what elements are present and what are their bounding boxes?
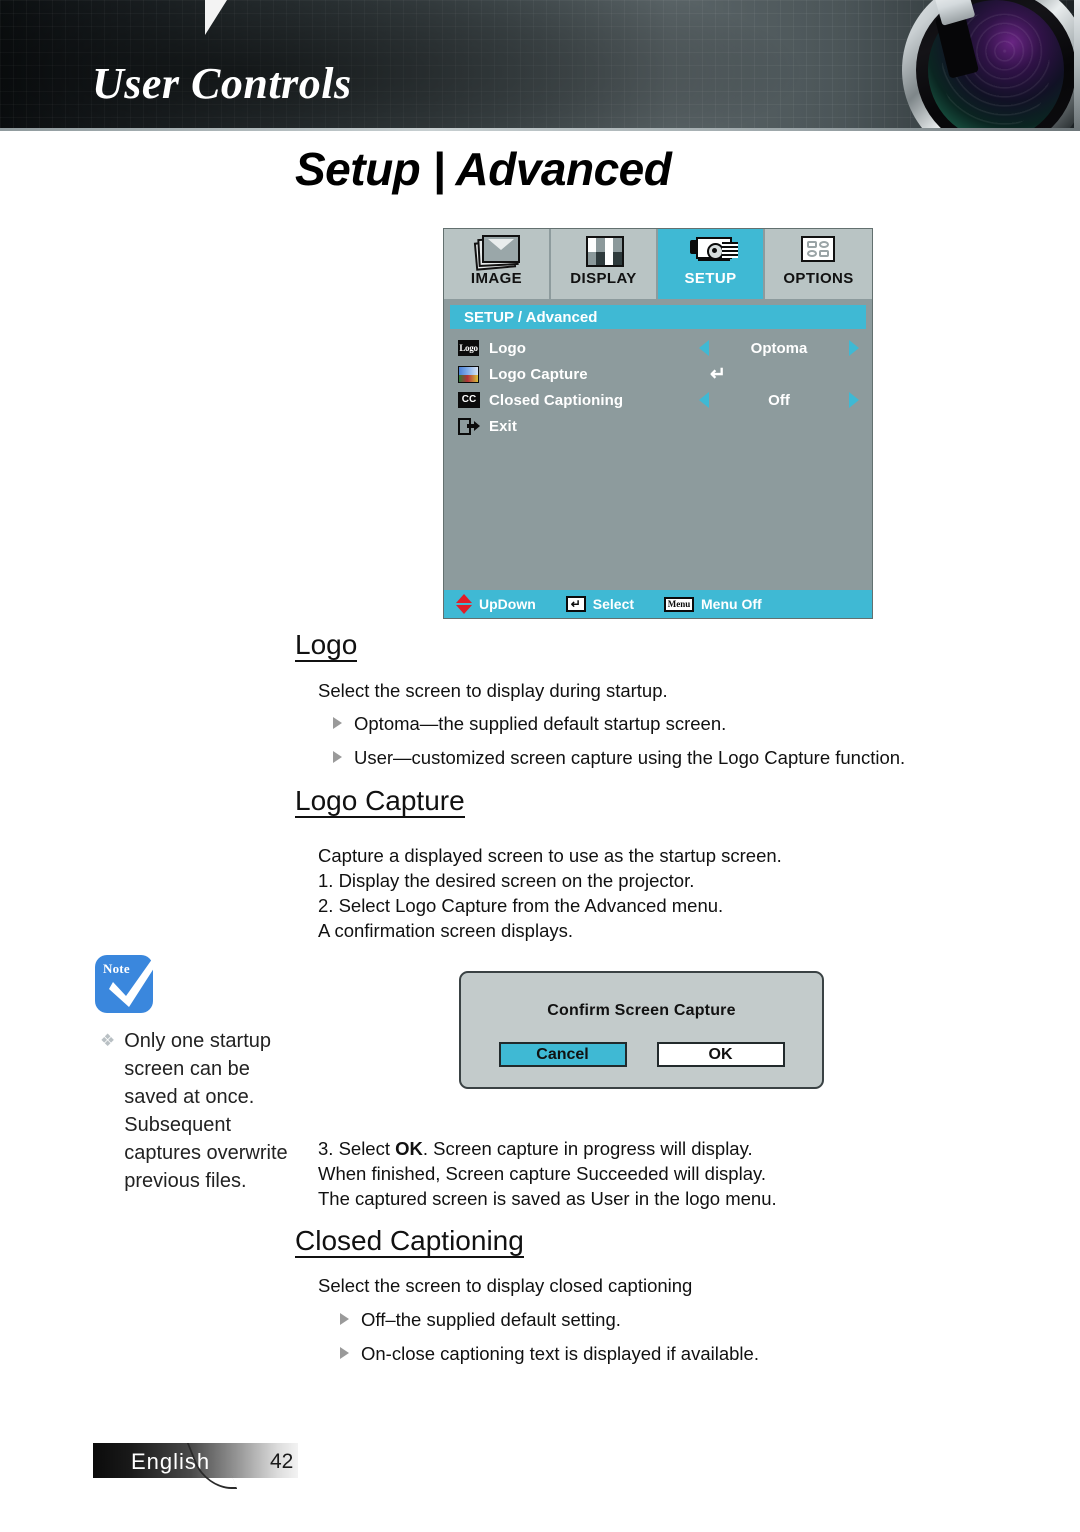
section-title-logo: Logo: [295, 630, 358, 663]
footer-tail-shape: [205, 0, 227, 35]
diamond-bullet-icon: ❖: [100, 1031, 116, 1050]
page-banner: User Controls: [0, 0, 1080, 131]
osd-footer-updown: UpDown: [456, 594, 536, 614]
closed-caption-icon: CC: [458, 391, 480, 409]
section-title-closed-captioning: Closed Captioning: [295, 1226, 524, 1259]
closed-captioning-bullet-1: Off–the supplied default setting.: [340, 1307, 1010, 1332]
confirm-dialog-buttons: Cancel OK: [461, 1042, 822, 1067]
tab-image-label: IMAGE: [470, 270, 523, 287]
osd-item-cc-control[interactable]: Off: [699, 392, 859, 409]
tab-setup-label: SETUP: [684, 270, 737, 287]
osd-footer-menu-off: Menu Menu Off: [664, 596, 762, 612]
ok-button[interactable]: OK: [656, 1042, 785, 1067]
triangle-bullet-icon: [340, 1313, 349, 1325]
logo-capture-step3-line1: 3. Select OK. Screen capture in progress…: [318, 1136, 1008, 1161]
osd-menu: IMAGE DISPLAY SETUP OPTIONS SETUP / Adva…: [443, 228, 873, 619]
closed-captioning-bullet-2: On-close captioning text is displayed if…: [340, 1341, 1030, 1366]
osd-footer-bar: UpDown ↵ Select Menu Menu Off: [444, 590, 872, 618]
tab-display[interactable]: DISPLAY: [551, 229, 658, 299]
osd-item-logo-control[interactable]: Optoma: [699, 340, 859, 357]
options-grid-icon: [796, 233, 842, 269]
banner-title: User Controls: [92, 59, 352, 108]
closed-captioning-bullet-1-text: Off–the supplied default setting.: [361, 1309, 621, 1330]
enter-key-icon: ↵: [565, 596, 586, 612]
logo-bullet-2-text: User—customized screen capture using the…: [354, 747, 906, 768]
logo-capture-step3-rest: When finished, Screen capture Succeeded …: [318, 1163, 777, 1209]
tab-setup[interactable]: SETUP: [658, 229, 765, 299]
note-badge: Note: [95, 951, 165, 1013]
osd-item-logo-value: Optoma: [750, 339, 808, 357]
chevron-right-icon[interactable]: [849, 392, 859, 408]
osd-item-exit-label: Exit: [489, 417, 517, 435]
osd-item-closed-captioning[interactable]: CC Closed Captioning Off: [444, 387, 872, 413]
logo-bullet-2: User—customized screen capture using the…: [333, 745, 1013, 770]
closed-captioning-bullet-2-text: On-close captioning text is displayed if…: [361, 1343, 759, 1364]
logo-icon: Logo: [458, 339, 480, 357]
chevron-left-icon[interactable]: [699, 392, 709, 408]
image-stack-icon: [473, 233, 520, 271]
osd-item-logo-capture-label: Logo Capture: [489, 365, 588, 383]
logo-capture-steps-text: 1. Display the desired screen on the pro…: [318, 870, 724, 941]
osd-tab-bar: IMAGE DISPLAY SETUP OPTIONS: [444, 229, 872, 299]
confirm-dialog-title: Confirm Screen Capture: [547, 1002, 736, 1019]
tab-display-label: DISPLAY: [570, 270, 637, 287]
page-number: 42: [270, 1450, 294, 1473]
up-down-arrows-icon: [456, 594, 472, 614]
logo-capture-icon: [458, 365, 480, 383]
osd-item-closed-captioning-label: Closed Captioning: [489, 391, 624, 409]
triangle-bullet-icon: [333, 717, 342, 729]
chevron-right-icon[interactable]: [849, 340, 859, 356]
osd-item-logo[interactable]: Logo Logo Optoma: [444, 335, 872, 361]
osd-footer-select: ↵ Select: [565, 596, 635, 612]
banner-right-edge: [1074, 0, 1080, 131]
page-title: Setup | Advanced: [295, 143, 672, 195]
section-title-logo-capture: Logo Capture: [295, 786, 465, 819]
menu-key-icon: Menu: [664, 596, 695, 612]
check-mark-icon: [109, 951, 165, 1007]
logo-intro-text: Select the screen to display during star…: [318, 680, 668, 701]
osd-item-logo-capture[interactable]: Logo Capture ↵: [444, 361, 872, 387]
tab-image[interactable]: IMAGE: [444, 229, 551, 299]
closed-captioning-intro-text: Select the screen to display closed capt…: [318, 1275, 693, 1296]
logo-bullet-1: Optoma—the supplied default startup scre…: [333, 711, 1003, 736]
logo-bullet-1-text: Optoma—the supplied default startup scre…: [354, 713, 727, 734]
osd-footer-select-label: Select: [592, 596, 635, 612]
tab-options[interactable]: OPTIONS: [765, 229, 872, 299]
osd-item-cc-value: Off: [768, 391, 790, 409]
banner-bottom-edge: [0, 128, 1080, 131]
osd-section-title: SETUP / Advanced: [450, 305, 866, 329]
tab-options-label: OPTIONS: [783, 270, 854, 287]
osd-footer-menu-off-label: Menu Off: [701, 596, 762, 612]
camera-lens-icon: [880, 0, 1080, 131]
osd-item-logo-label: Logo: [489, 339, 527, 357]
note-callout: Note ❖ Only one startup screen can be sa…: [95, 951, 295, 1192]
enter-arrow-icon[interactable]: ↵: [710, 365, 726, 384]
logo-capture-intro-text: Capture a displayed screen to use as the…: [318, 845, 782, 866]
osd-item-exit[interactable]: Exit: [444, 413, 872, 439]
cancel-button[interactable]: Cancel: [498, 1042, 627, 1067]
step3-suffix: . Screen capture in progress will displa…: [422, 1138, 753, 1159]
step3-prefix: 3. Select: [318, 1138, 396, 1159]
osd-footer-updown-label: UpDown: [479, 596, 536, 612]
exit-icon: [458, 417, 480, 435]
note-text-row: ❖ Only one startup screen can be saved a…: [100, 1027, 290, 1195]
note-text: Only one startup screen can be saved at …: [124, 1030, 288, 1192]
confirm-screen-capture-dialog: Confirm Screen Capture Cancel OK: [459, 971, 824, 1089]
step3-ok-emphasis: OK: [395, 1138, 423, 1159]
triangle-bullet-icon: [333, 751, 342, 763]
osd-item-list: Logo Logo Optoma Logo Capture ↵ CC Close…: [444, 329, 872, 439]
display-grid-icon: [581, 233, 627, 269]
chevron-left-icon[interactable]: [699, 340, 709, 356]
projector-icon: [688, 233, 738, 269]
triangle-bullet-icon: [340, 1347, 349, 1359]
